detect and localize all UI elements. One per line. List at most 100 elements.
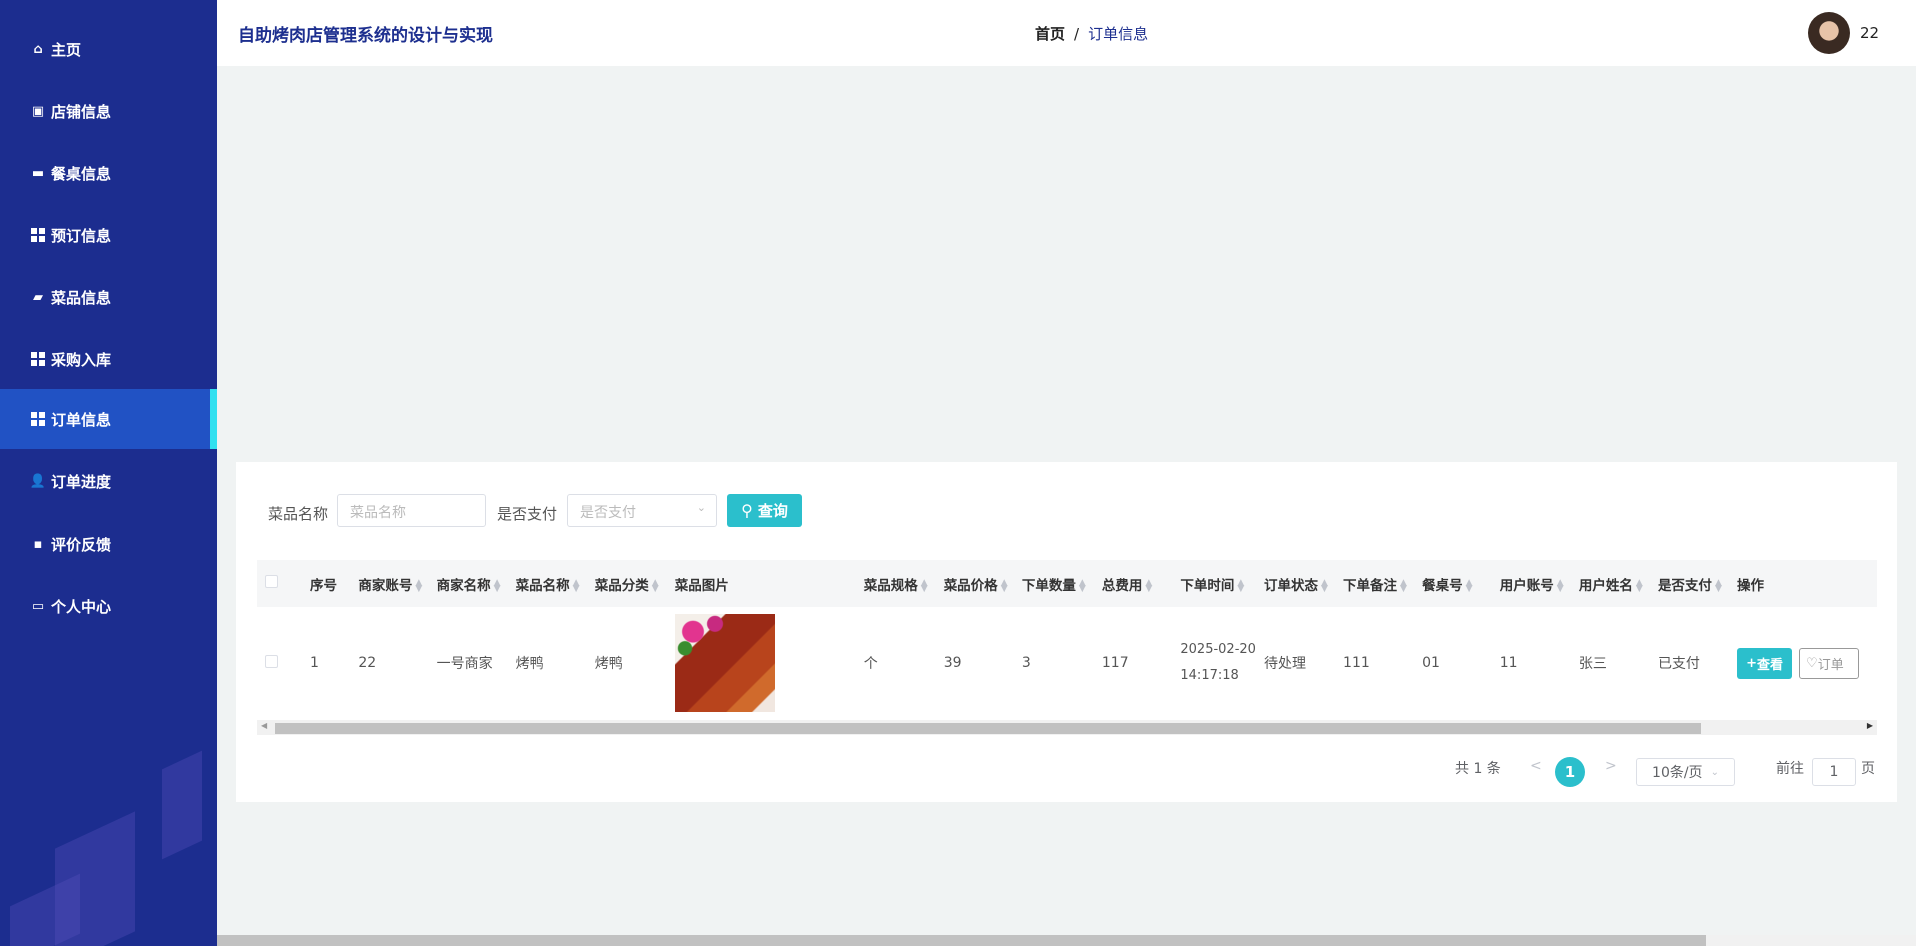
table-row: 1 22 一号商家 烤鸭 烤鸭 个 39 3 117 2025-02-20 14:… (257, 607, 1877, 721)
row-checkbox[interactable] (265, 654, 278, 668)
sort-icon[interactable]: ▲ ▼ (1321, 578, 1328, 593)
sort-icon[interactable]: ▲ ▼ (494, 578, 501, 593)
monitor-icon: ▬ (31, 165, 45, 181)
order-clock: 14:17:18 (1180, 668, 1239, 684)
column-header-label: 商家账号 (358, 577, 413, 594)
page-suffix: 页 (1861, 761, 1875, 777)
column-header-label: 下单时间 (1180, 577, 1235, 594)
cell-remark: 111 (1335, 607, 1415, 721)
column-header[interactable]: 是否支付 ▲ ▼ (1649, 560, 1730, 607)
column-header-label: 用户账号 (1499, 577, 1554, 594)
column-header[interactable]: 菜品规格 ▲ ▼ (855, 560, 936, 607)
select-all-cell (257, 560, 303, 607)
page-1-button[interactable]: 1 (1555, 757, 1585, 787)
sidebar-item-5[interactable]: ▰ 菜品信息 (0, 267, 217, 327)
sidebar-item-label: 订单进度 (51, 472, 112, 491)
column-header[interactable]: 下单时间 ▲ ▼ (1172, 560, 1256, 607)
sidebar-item-7[interactable]: 订单信息 (0, 389, 217, 449)
sort-icon[interactable]: ▲ ▼ (1079, 578, 1086, 593)
column-header[interactable]: 订单状态 ▲ ▼ (1255, 560, 1336, 607)
column-header[interactable]: 商家账号 ▲ ▼ (350, 560, 429, 607)
grid-icon (31, 228, 45, 242)
scroll-left-icon[interactable]: ◀ (261, 721, 267, 730)
cell-status: 待处理 (1255, 607, 1336, 721)
sort-icon[interactable]: ▲ ▼ (1636, 578, 1643, 593)
sort-icon[interactable]: ▲ ▼ (921, 578, 928, 593)
scrollbar-thumb[interactable] (217, 935, 1706, 946)
column-header-label: 订单状态 (1263, 577, 1318, 594)
sidebar-item-6[interactable]: 采购入库 (0, 329, 217, 389)
sidebar-item-8[interactable]: 👤 订单进度 (0, 451, 217, 511)
pagination-total: 共 1 条 (1455, 761, 1501, 777)
sort-icon[interactable]: ▲ ▼ (415, 578, 422, 593)
sidebar-item-label: 餐桌信息 (51, 164, 112, 183)
sort-icon[interactable]: ▲ ▼ (573, 578, 580, 593)
select-all-checkbox[interactable] (265, 575, 278, 588)
dish-image[interactable] (674, 614, 775, 713)
user-icon: 👤 (29, 473, 47, 489)
sort-icon[interactable]: ▲ ▼ (1001, 578, 1008, 593)
sort-icon[interactable]: ▲ ▼ (1466, 578, 1473, 593)
column-header[interactable]: 餐桌号 ▲ ▼ (1414, 560, 1492, 607)
sort-icon[interactable]: ▲ ▼ (652, 578, 659, 593)
row-select-cell (257, 607, 303, 721)
scrollbar-thumb[interactable] (275, 723, 1701, 734)
sidebar-item-3[interactable]: ▬ 餐桌信息 (0, 143, 217, 203)
username[interactable]: 22 (1860, 24, 1879, 42)
sort-icon[interactable]: ▲ ▼ (1145, 578, 1152, 593)
sidebar-item-2[interactable]: ▣ 店铺信息 (0, 81, 217, 141)
page-horizontal-scrollbar[interactable] (217, 935, 1916, 946)
card-icon: ▭ (31, 598, 45, 614)
column-header-label: 用户姓名 (1578, 577, 1633, 594)
table-horizontal-scrollbar[interactable]: ◀ ▶ (257, 720, 1877, 735)
column-header[interactable]: 菜品分类 ▲ ▼ (586, 560, 667, 607)
query-button[interactable]: ⚲ 查询 (727, 494, 802, 527)
avatar[interactable] (1808, 12, 1850, 54)
sidebar-item-label: 菜品信息 (51, 288, 112, 307)
sort-icon[interactable]: ▲ ▼ (1715, 578, 1722, 593)
sidebar-item-4[interactable]: 预订信息 (0, 205, 217, 265)
plus-icon: + (1746, 655, 1757, 671)
column-header-label: 序号 (310, 577, 338, 594)
goto-page-input[interactable]: 1 (1812, 758, 1856, 786)
column-header[interactable]: 下单数量 ▲ ▼ (1013, 560, 1094, 607)
column-header[interactable]: 下单备注 ▲ ▼ (1335, 560, 1415, 607)
ticket-icon: ▰ (33, 289, 43, 305)
prev-page-button[interactable]: < (1530, 758, 1542, 774)
store-icon: ▣ (31, 103, 45, 119)
column-header[interactable]: 总费用 ▲ ▼ (1093, 560, 1173, 607)
sidebar-item-label: 评价反馈 (51, 535, 112, 554)
next-page-button[interactable]: > (1605, 758, 1617, 774)
view-button[interactable]: + 查看 (1737, 647, 1793, 679)
page-size-select[interactable]: 10条/页 ⌄ (1636, 758, 1735, 786)
sidebar-item-10[interactable]: ▭ 个人中心 (0, 576, 217, 636)
column-header[interactable]: 商家名称 ▲ ▼ (428, 560, 508, 607)
dish-name-input[interactable]: 菜品名称 (337, 494, 486, 527)
breadcrumb-home[interactable]: 首页 (1035, 25, 1065, 43)
cell-user-account: 11 (1491, 607, 1571, 721)
column-header: 操作 (1729, 560, 1877, 607)
breadcrumb: 首页 / 订单信息 (1035, 23, 1148, 44)
column-header[interactable]: 菜品价格 ▲ ▼ (935, 560, 1014, 607)
scroll-right-icon[interactable]: ▶ (1867, 721, 1873, 730)
order-panel: 菜品名称 菜品名称 是否支付 是否支付 ⌄ ⚲ 查询 序号 商家账号 ▲ ▼ 商家名称 ▲ ▼ 菜… (236, 462, 1897, 802)
sidebar-item-label: 店铺信息 (51, 102, 112, 121)
dish-name-label: 菜品名称 (268, 505, 329, 523)
sidebar-item-label: 主页 (51, 40, 82, 59)
sidebar-item-label: 个人中心 (51, 597, 112, 616)
column-header[interactable]: 用户账号 ▲ ▼ (1491, 560, 1571, 607)
paid-select[interactable]: 是否支付 ⌄ (567, 494, 717, 527)
sort-icon[interactable]: ▲ ▼ (1237, 578, 1244, 593)
cell-order-time: 2025-02-20 14:17:18 (1172, 607, 1256, 721)
cell-dish-image (666, 607, 856, 721)
sort-icon[interactable]: ▲ ▼ (1557, 578, 1564, 593)
column-header[interactable]: 菜品名称 ▲ ▼ (507, 560, 587, 607)
sidebar: ⌂ 主页 ▣ 店铺信息 ▬ 餐桌信息 预订信息 ▰ 菜品信息 采购入库 订单信息 👤 订单进度 ▪ 评价反馈… (0, 0, 217, 946)
column-header-label: 操作 (1737, 577, 1765, 594)
order-button[interactable]: ♡ 订单 (1799, 647, 1860, 679)
sort-icon[interactable]: ▲ ▼ (1400, 578, 1407, 593)
sidebar-item-label: 采购入库 (51, 350, 112, 369)
sidebar-item-1[interactable]: ⌂ 主页 (0, 19, 217, 79)
column-header[interactable]: 用户姓名 ▲ ▼ (1570, 560, 1650, 607)
sidebar-item-9[interactable]: ▪ 评价反馈 (0, 514, 217, 574)
